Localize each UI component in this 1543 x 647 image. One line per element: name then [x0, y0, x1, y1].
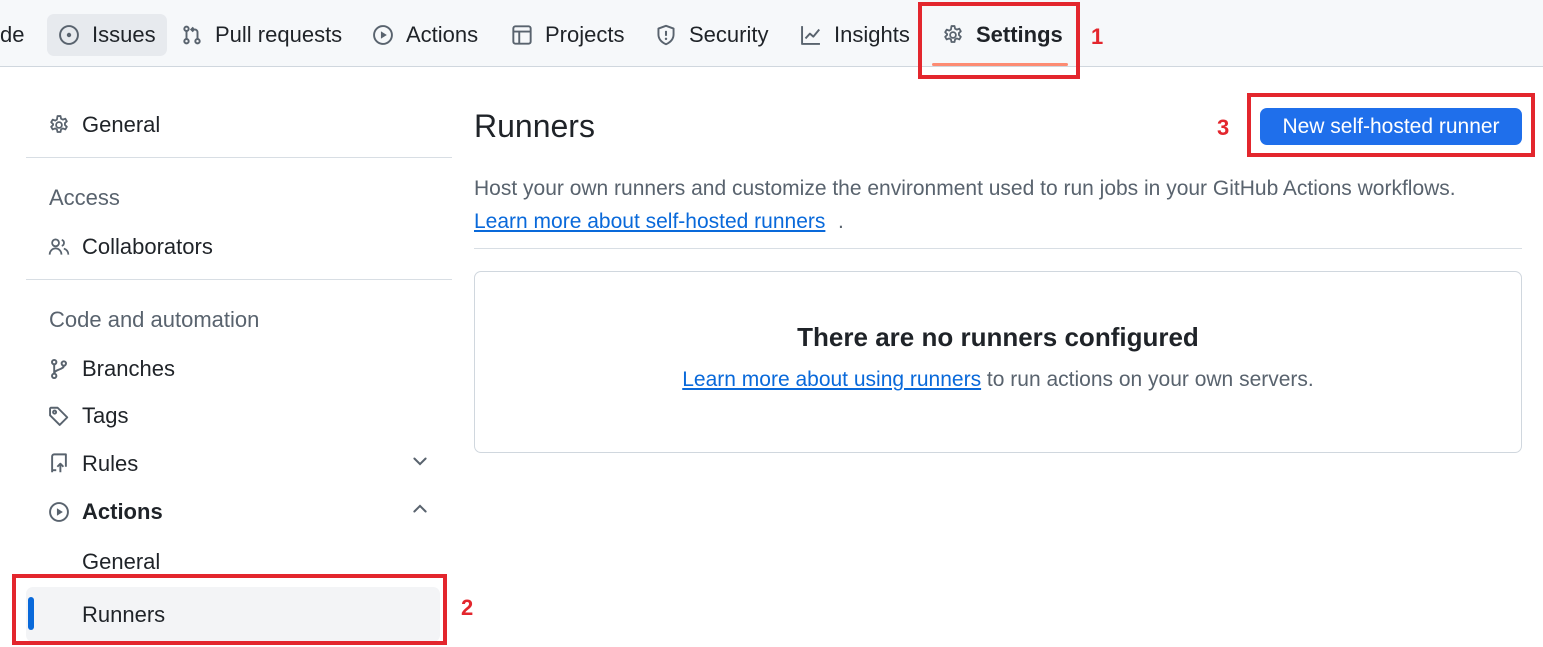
empty-state-text-suffix: to run actions on your own servers. — [981, 368, 1314, 391]
section-divider — [474, 248, 1522, 249]
tab-insights[interactable]: Insights — [800, 14, 910, 56]
empty-state-title: There are no runners configured — [797, 322, 1199, 352]
annotation-box-3 — [1247, 93, 1535, 157]
tab-code[interactable]: de — [0, 14, 24, 56]
gear-icon — [48, 114, 70, 136]
sidebar-item-label: Tags — [82, 403, 129, 428]
annotation-box-1 — [918, 2, 1080, 79]
learn-more-using-runners-link[interactable]: Learn more about using runners — [682, 368, 981, 391]
tab-issues[interactable]: Issues — [47, 14, 167, 56]
tab-insights-label: Insights — [834, 22, 910, 47]
sidebar-item-label: Actions — [82, 499, 163, 524]
sidebar-item-branches[interactable]: Branches — [48, 356, 175, 382]
annotation-number-3: 3 — [1217, 115, 1230, 140]
sidebar-divider — [26, 157, 452, 158]
tab-pull-requests-label: Pull requests — [215, 22, 343, 47]
tab-actions-label: Actions — [406, 22, 479, 47]
empty-state-text: Learn more about using runners to run ac… — [475, 368, 1521, 392]
page-description: Host your own runners and customize the … — [474, 177, 1456, 200]
learn-more-self-hosted-link[interactable]: Learn more about self-hosted runners — [474, 210, 825, 234]
sidebar-item-actions[interactable]: Actions — [48, 499, 163, 525]
git-pull-request-icon — [181, 24, 203, 46]
sidebar-item-label: General — [82, 112, 161, 137]
sidebar-item-label: Collaborators — [82, 234, 213, 259]
sidebar-item-collaborators[interactable]: Collaborators — [48, 234, 213, 260]
git-branch-icon — [48, 358, 70, 380]
tab-projects[interactable]: Projects — [511, 14, 624, 56]
tab-security[interactable]: Security — [655, 14, 768, 56]
chevron-up-icon[interactable] — [410, 499, 430, 519]
table-icon — [511, 24, 533, 46]
learn-more-period: . — [838, 210, 844, 233]
tab-actions[interactable]: Actions — [372, 14, 478, 56]
sidebar-subitem-actions-general[interactable]: General — [82, 549, 160, 575]
sidebar-item-label: Branches — [82, 356, 175, 381]
repo-push-icon — [48, 453, 70, 475]
sidebar-item-label: Rules — [82, 451, 139, 476]
shield-icon — [655, 24, 677, 46]
tab-issues-label: Issues — [92, 22, 156, 47]
annotation-box-2 — [12, 574, 447, 645]
tag-icon — [48, 405, 70, 427]
page-title: Runners — [474, 108, 595, 144]
people-icon — [48, 236, 70, 258]
chevron-down-icon[interactable] — [410, 451, 430, 471]
tab-security-label: Security — [689, 22, 769, 47]
annotation-number-1: 1 — [1091, 24, 1104, 49]
issue-opened-icon — [58, 24, 80, 46]
empty-state-box: There are no runners configured Learn mo… — [474, 271, 1522, 453]
tab-pull-requests[interactable]: Pull requests — [181, 14, 342, 56]
sidebar-divider — [26, 279, 452, 280]
repo-nav-bar: de Issues Pull requests Actions Projects… — [0, 0, 1543, 67]
sidebar-heading-code-automation: Code and automation — [49, 307, 260, 332]
annotation-number-2: 2 — [461, 595, 474, 620]
graph-icon — [800, 24, 822, 46]
tab-code-label: de — [0, 22, 25, 47]
sidebar-item-general[interactable]: General — [48, 112, 160, 138]
sidebar-heading-access: Access — [49, 185, 120, 210]
play-icon — [48, 501, 70, 523]
sidebar-item-tags[interactable]: Tags — [48, 403, 128, 429]
tab-projects-label: Projects — [545, 22, 625, 47]
play-icon — [372, 24, 394, 46]
sidebar-item-rules[interactable]: Rules — [48, 451, 138, 477]
